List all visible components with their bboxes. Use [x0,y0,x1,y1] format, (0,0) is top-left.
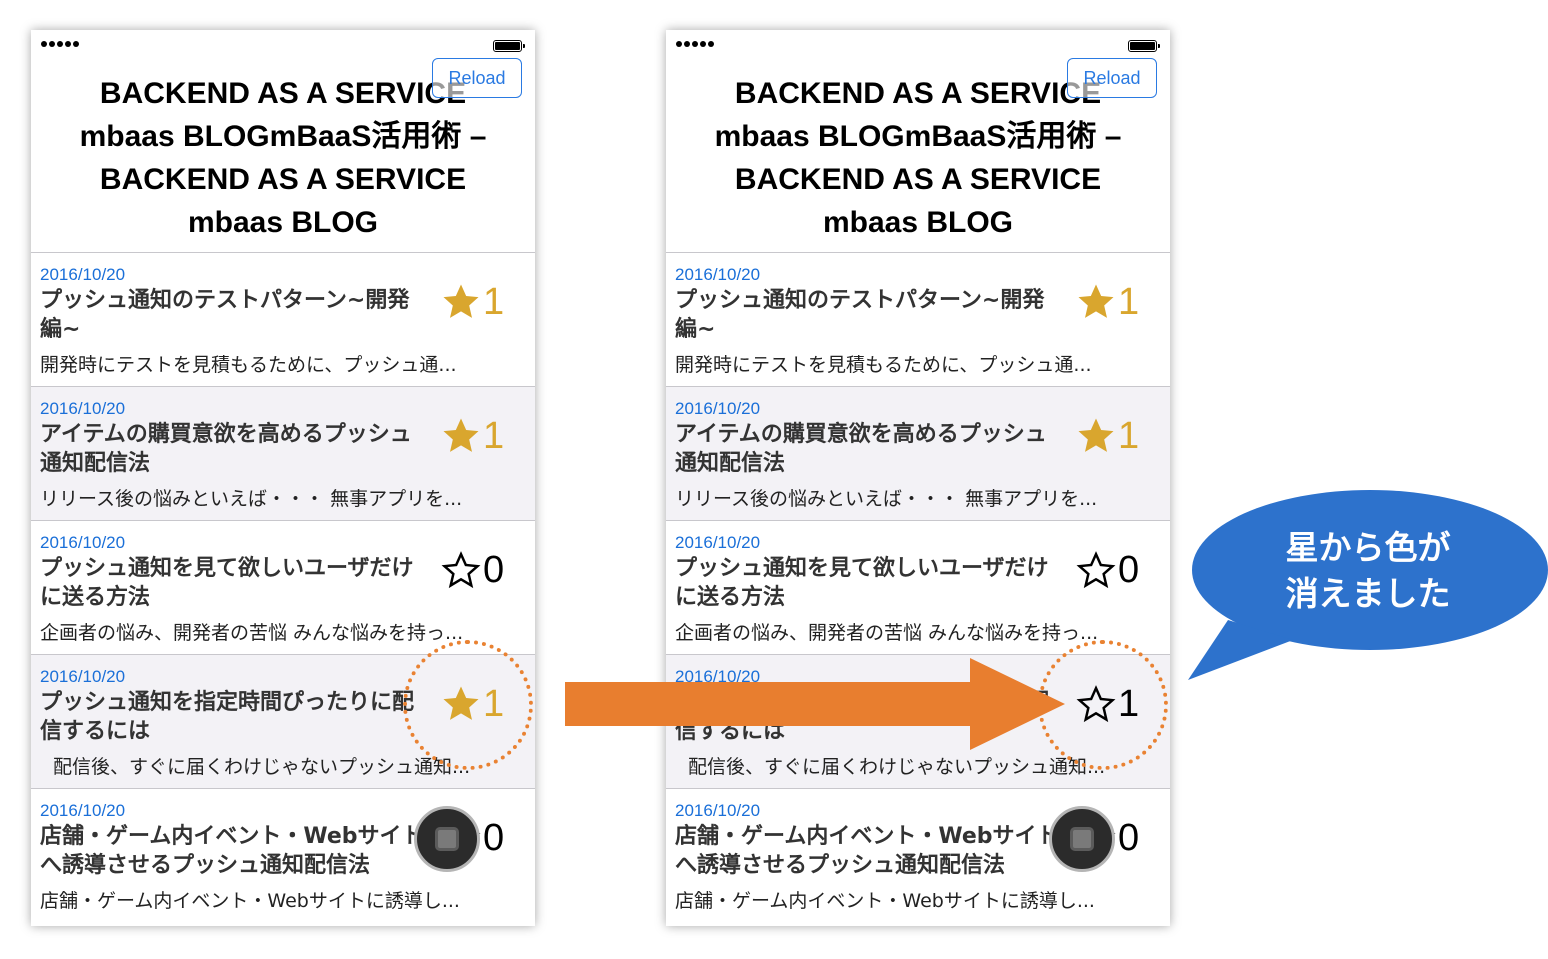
list-item[interactable]: 2016/10/20 アイテムの購買意欲を高めるプッシュ通知配信法 1 リリース… [666,386,1170,520]
favorite-count: 0 [483,549,505,591]
item-excerpt: 企画者の悩み、開発者の苦悩 みんな悩みを持っ... [675,622,1099,644]
favorite-toggle[interactable]: 0 [1076,549,1139,591]
item-title: プッシュ通知のテストパターン~開発編~ [40,288,410,342]
favorite-toggle[interactable]: 1 [1076,281,1139,323]
list-item[interactable]: 2016/10/20 アイテムの購買意欲を高めるプッシュ通知配信法 1 リリース… [31,386,535,520]
item-date: 2016/10/20 [40,399,126,418]
item-title: 店舗・ゲーム内イベント・Webサイトへ誘導させるプッシュ通知配信法 [675,824,1059,878]
list-item[interactable]: 2016/10/20 プッシュ通知のテストパターン~開発編~ 1 開発時にテスト… [666,252,1170,386]
favorite-count: 0 [1118,549,1140,591]
phone-before: Reload BACKEND AS A SERVICE mbaas BLOGmB… [31,30,535,926]
favorite-toggle[interactable]: 1 [1076,415,1139,457]
callout-text: 星から色が 消えました [1188,525,1548,617]
item-date: 2016/10/20 [40,533,126,552]
favorite-count: 1 [1118,415,1140,457]
item-date: 2016/10/20 [675,265,761,284]
item-excerpt: 企画者の悩み、開発者の苦悩 みんな悩みを持っ... [40,622,464,644]
favorite-count: 1 [1118,281,1140,323]
status-bar [31,30,535,60]
star-filled-icon [1078,418,1114,452]
signal-strength-icon [41,41,79,47]
star-filled-icon [443,284,479,318]
phone-after: Reload BACKEND AS A SERVICE mbaas BLOGmB… [666,30,1170,926]
item-date: 2016/10/20 [675,399,761,418]
battery-icon [493,40,525,52]
highlight-circle [403,640,533,770]
item-date: 2016/10/20 [40,801,126,820]
callout-line-1: 星から色が [1285,528,1451,567]
item-excerpt: リリース後の悩みといえば・・・ 無事アプリを... [40,488,463,510]
favorite-count: 0 [483,817,505,859]
transition-arrow-icon [565,658,1065,750]
list-item[interactable]: 2016/10/20 プッシュ通知のテストパターン~開発編~ 1 開発時にテスト… [31,252,535,386]
favorite-count: 0 [1118,817,1140,859]
item-title: アイテムの購買意欲を高めるプッシュ通知配信法 [40,422,412,476]
status-bar [666,30,1170,60]
star-outline-icon [441,551,481,589]
list-item[interactable]: 2016/10/20 プッシュ通知を見て欲しいユーザだけに送る方法 0 企画者の… [31,520,535,654]
assistive-touch-button[interactable] [414,806,480,872]
callout-line-2: 消えました [1285,574,1451,613]
star-filled-icon [443,418,479,452]
signal-strength-icon [676,41,714,47]
item-excerpt: 開発時にテストを見積もるために、プッシュ通... [40,354,457,376]
item-excerpt: 開発時にテストを見積もるために、プッシュ通... [675,354,1092,376]
item-date: 2016/10/20 [675,801,761,820]
battery-icon [1128,40,1160,52]
item-title: プッシュ通知のテストパターン~開発編~ [675,288,1045,342]
item-date: 2016/10/20 [40,265,126,284]
favorite-toggle[interactable]: 1 [441,281,504,323]
item-excerpt: 店舗・ゲーム内イベント・Webサイトに誘導し... [675,890,1095,912]
item-title: 店舗・ゲーム内イベント・Webサイトへ誘導させるプッシュ通知配信法 [40,824,424,878]
item-title: プッシュ通知を見て欲しいユーザだけに送る方法 [40,556,414,610]
item-title: プッシュ通知を指定時間ぴったりに配信するには [40,690,415,744]
star-filled-icon [1078,284,1114,318]
item-date: 2016/10/20 [675,533,761,552]
favorite-count: 1 [483,415,505,457]
item-title: アイテムの購買意欲を高めるプッシュ通知配信法 [675,422,1047,476]
star-outline-icon [1076,551,1116,589]
reload-button[interactable]: Reload [432,58,522,98]
item-excerpt: リリース後の悩みといえば・・・ 無事アプリを... [675,488,1098,510]
assistive-touch-button[interactable] [1049,806,1115,872]
item-title: プッシュ通知を見て欲しいユーザだけに送る方法 [675,556,1049,610]
list-item[interactable]: 2016/10/20 プッシュ通知を見て欲しいユーザだけに送る方法 0 企画者の… [666,520,1170,654]
item-date: 2016/10/20 [40,667,126,686]
favorite-toggle[interactable]: 1 [441,415,504,457]
favorite-count: 1 [483,281,505,323]
item-excerpt: 店舗・ゲーム内イベント・Webサイトに誘導し... [40,890,460,912]
reload-button[interactable]: Reload [1067,58,1157,98]
favorite-toggle[interactable]: 0 [441,549,504,591]
